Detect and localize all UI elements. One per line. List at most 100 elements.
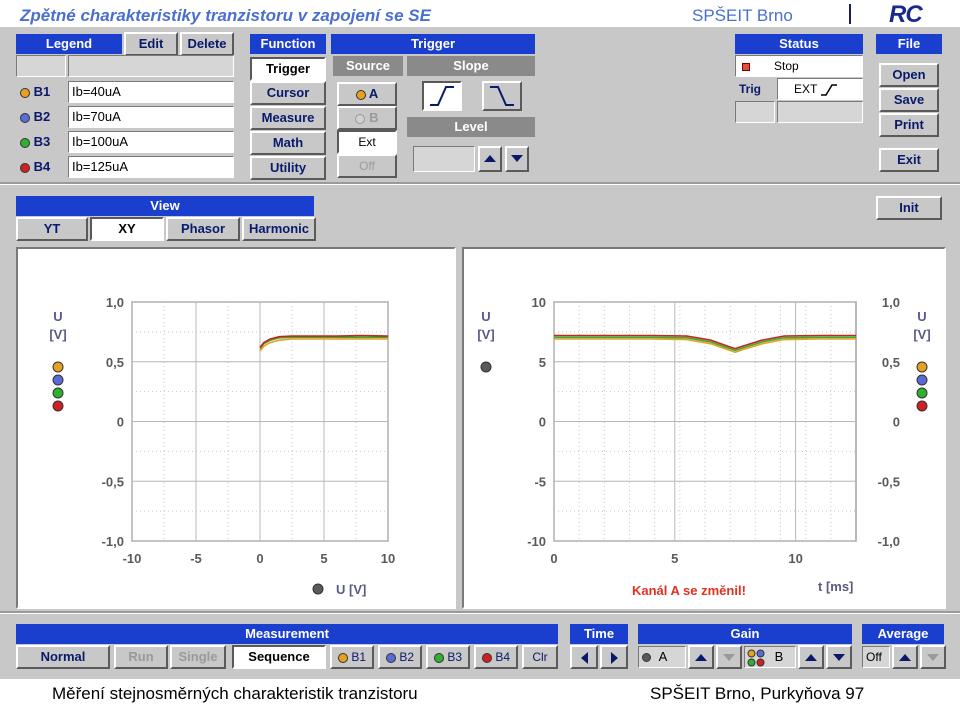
open-button[interactable]: Open [879, 63, 939, 87]
tab-harmonic[interactable]: Harmonic [242, 217, 316, 241]
divider-bottom [0, 611, 960, 614]
arrow-left-icon [580, 651, 588, 664]
yt-dot-b4-icon [916, 400, 928, 412]
caption-right: SPŠEIT Brno, Purkyňova 97 [650, 684, 865, 703]
yt-chart-svg[interactable]: 0 5 10 10 5 0 -5 -10 1,0 0,5 0 -0,5 -1,0 U [V] U [V]… [464, 249, 944, 607]
source-ext-button[interactable]: Ext [337, 130, 397, 154]
gain-b-up-button[interactable] [798, 645, 824, 669]
slide-title: Zpětné charakteristiky tranzistoru v zap… [20, 6, 431, 25]
view-header: View [16, 196, 314, 216]
xy-chart-svg[interactable]: -10 -5 0 5 10 1,0 0,5 0 -0,5 -1,0 U [V] U [V] [18, 249, 454, 607]
file-header: File [876, 34, 942, 54]
status-header: Status [735, 34, 863, 54]
source-a-button[interactable]: A [337, 82, 397, 106]
gain-a-up-button[interactable] [688, 645, 714, 669]
yt-plot[interactable]: 0 5 10 10 5 0 -5 -10 1,0 0,5 0 -0,5 -1,0 U [V] U [V]… [462, 247, 946, 609]
source-b-label: B [369, 110, 379, 125]
legend-edit-button[interactable]: Edit [124, 32, 178, 56]
yt-y-unit-top-right: U [917, 309, 926, 324]
x-tick-label: 5 [671, 551, 678, 566]
legend-row-desc[interactable]: Ib=40uA [68, 81, 234, 103]
rc-logo: RC [889, 1, 923, 28]
yt-dot-b1-icon [916, 361, 928, 373]
divider-top [0, 182, 960, 185]
slope-rising-button[interactable] [422, 81, 462, 111]
single-button[interactable]: Single [170, 645, 226, 669]
trigger-source-header: Source [333, 56, 403, 76]
sequence-button[interactable]: Sequence [232, 645, 326, 669]
function-math-button[interactable]: Math [250, 131, 326, 155]
slide-school: SPŠEIT Brno [692, 6, 793, 25]
y-right-tick-label: 1,0 [882, 295, 900, 310]
source-off-button[interactable]: Off [337, 154, 397, 178]
b3-color-icon [20, 137, 30, 148]
b4-button[interactable]: B4 [474, 645, 518, 669]
trigger-level-field[interactable] [413, 146, 475, 172]
init-button[interactable]: Init [876, 196, 942, 220]
x-tick-label: 0 [256, 551, 263, 566]
y-tick-label: 5 [539, 355, 546, 370]
gain-a-dot-icon [642, 653, 651, 663]
gain-a-field: A [638, 646, 686, 668]
status-state-field: Stop [735, 55, 863, 77]
exit-button[interactable]: Exit [879, 148, 939, 172]
oscilloscope-app: Legend Edit Delete B1 Ib=40uA B2 Ib=70uA… [0, 27, 960, 679]
level-up-button[interactable] [478, 146, 502, 172]
average-header: Average [862, 624, 944, 644]
xy-x-dot-icon [312, 583, 324, 595]
legend-row-name: B3 [33, 134, 51, 149]
time-header: Time [570, 624, 628, 644]
average-down-button[interactable] [920, 645, 946, 669]
tab-xy[interactable]: XY [90, 217, 164, 241]
average-value: Off [862, 646, 890, 668]
b2-button[interactable]: B2 [378, 645, 422, 669]
xy-channel-dots [52, 361, 64, 412]
y-right-tick-label: 0,5 [882, 355, 900, 370]
function-trigger-button[interactable]: Trigger [250, 57, 326, 81]
xy-x-label: U [V] [336, 582, 366, 597]
b4-label: B4 [495, 650, 511, 664]
save-button[interactable]: Save [879, 88, 939, 112]
xy-dot-b3-icon [52, 387, 64, 399]
print-button[interactable]: Print [879, 113, 939, 137]
clr-button[interactable]: Clr [522, 645, 558, 669]
xy-plot[interactable]: -10 -5 0 5 10 1,0 0,5 0 -0,5 -1,0 U [V] U [V] [16, 247, 456, 609]
normal-button[interactable]: Normal [16, 645, 110, 669]
b1-button[interactable]: B1 [330, 645, 374, 669]
source-b-button[interactable]: B [337, 106, 397, 130]
slope-falling-button[interactable] [482, 81, 522, 111]
source-b-dot-icon [355, 113, 366, 124]
legend-blank-1 [16, 55, 66, 77]
legend-row-desc[interactable]: Ib=70uA [68, 106, 234, 128]
y-tick-label: -0,5 [102, 474, 124, 489]
b3-button[interactable]: B3 [426, 645, 470, 669]
legend-row-desc[interactable]: Ib=125uA [68, 156, 234, 178]
rising-edge-icon [430, 86, 454, 106]
legend-delete-button[interactable]: Delete [180, 32, 234, 56]
function-header: Function [250, 34, 326, 54]
tab-phasor[interactable]: Phasor [166, 217, 240, 241]
trigger-level-header: Level [407, 117, 535, 137]
run-button[interactable]: Run [114, 645, 168, 669]
gain-a-down-button[interactable] [716, 645, 742, 669]
b4-dot-icon [481, 652, 492, 663]
y-tick-label: -5 [534, 474, 546, 489]
b2-color-icon [20, 112, 30, 123]
gain-b-down-button[interactable] [826, 645, 852, 669]
time-left-button[interactable] [570, 645, 598, 669]
legend-row-desc[interactable]: Ib=100uA [68, 131, 234, 153]
yt-message: Kanál A se změnil! [632, 583, 746, 598]
tab-yt[interactable]: YT [16, 217, 88, 241]
function-measure-button[interactable]: Measure [250, 106, 326, 130]
status-state: Stop [774, 59, 799, 73]
level-down-button[interactable] [505, 146, 529, 172]
y-right-tick-label: -1,0 [878, 534, 900, 549]
average-up-button[interactable] [892, 645, 918, 669]
status-blank-2 [777, 101, 863, 123]
time-right-button[interactable] [600, 645, 628, 669]
yt-y-unit-top-left: U [481, 309, 490, 324]
function-cursor-button[interactable]: Cursor [250, 81, 326, 105]
function-utility-button[interactable]: Utility [250, 156, 326, 180]
y-right-tick-label: 0 [893, 415, 900, 430]
y-tick-label: 0 [539, 415, 546, 430]
